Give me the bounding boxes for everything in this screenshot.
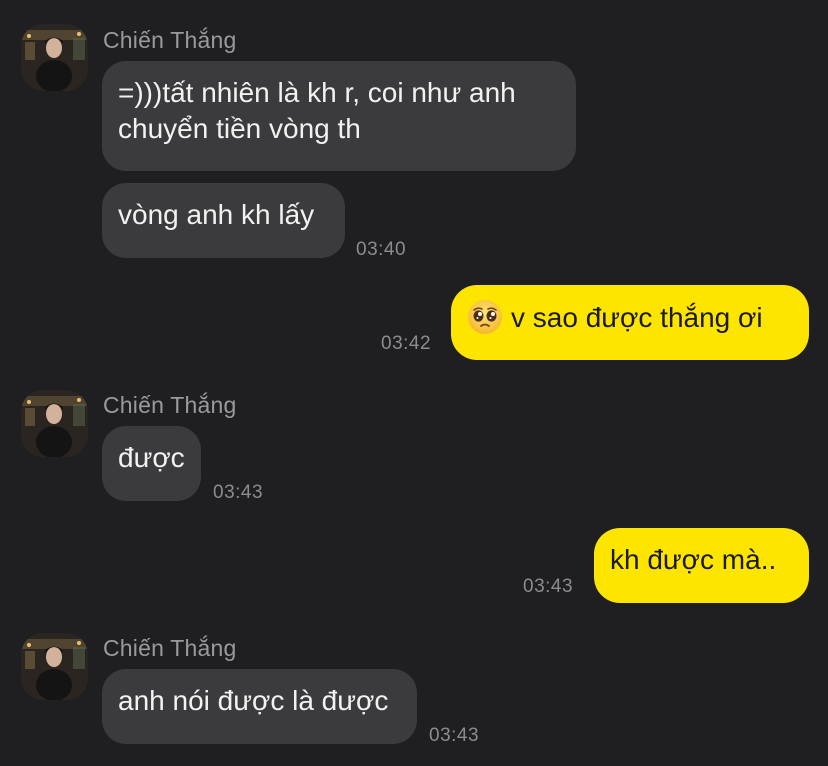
message-text: v sao được thắng ơi [511,302,763,333]
message-text-line: chuyển tiền vòng th [118,113,361,144]
sender-name: Chiến Thắng [103,392,237,418]
message-text: vòng anh kh lấy [118,199,315,230]
message-bubble-outgoing[interactable]: v sao được thắng ơi [451,285,809,360]
message-text: anh nói được là được [118,685,389,716]
message-timestamp: 03:40 [356,239,407,260]
chat-conversation: Chiến Thắng =)))tất nhiên là kh r, coi n… [0,0,828,766]
message-timestamp: 03:42 [381,333,432,354]
message-text: được [118,442,185,473]
message-bubble-outgoing[interactable]: kh được mà.. [594,528,809,603]
message-timestamp: 03:43 [523,576,574,597]
message-bubble[interactable]: vòng anh kh lấy [102,183,345,258]
sender-avatar[interactable] [21,24,88,91]
sender-avatar[interactable] [21,633,88,700]
message-bubble[interactable]: =)))tất nhiên là kh r, coi như anh chuyể… [102,61,576,171]
message-timestamp: 03:43 [429,725,480,746]
pleading-face-icon [467,299,503,335]
sender-avatar[interactable] [21,390,88,457]
message-timestamp: 03:43 [213,482,264,503]
message-bubble[interactable]: được [102,426,201,501]
message-bubble[interactable]: anh nói được là được [102,669,417,744]
sender-name: Chiến Thắng [103,27,237,53]
message-text: kh được mà.. [610,544,777,575]
sender-name: Chiến Thắng [103,635,237,661]
message-text-line: =)))tất nhiên là kh r, coi như anh [118,77,516,108]
